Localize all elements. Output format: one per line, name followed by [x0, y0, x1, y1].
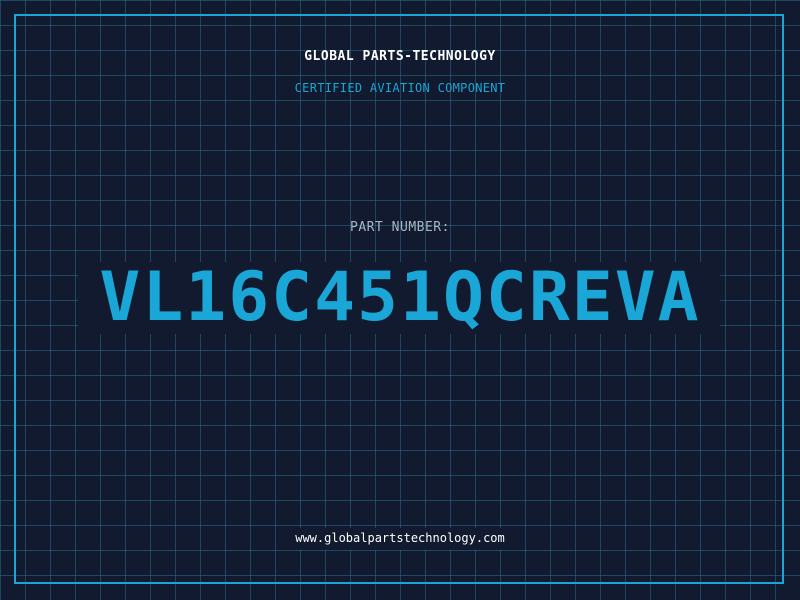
- part-number-value: VL16C451QCREVA: [99, 258, 701, 337]
- label-canvas: GLOBAL PARTS-TECHNOLOGY CERTIFIED AVIATI…: [0, 0, 800, 600]
- certification-subtitle: CERTIFIED AVIATION COMPONENT: [294, 81, 506, 95]
- company-name: GLOBAL PARTS-TECHNOLOGY: [304, 49, 496, 64]
- website-url: www.globalpartstechnology.com: [295, 531, 505, 545]
- part-number-label: PART NUMBER:: [350, 220, 450, 235]
